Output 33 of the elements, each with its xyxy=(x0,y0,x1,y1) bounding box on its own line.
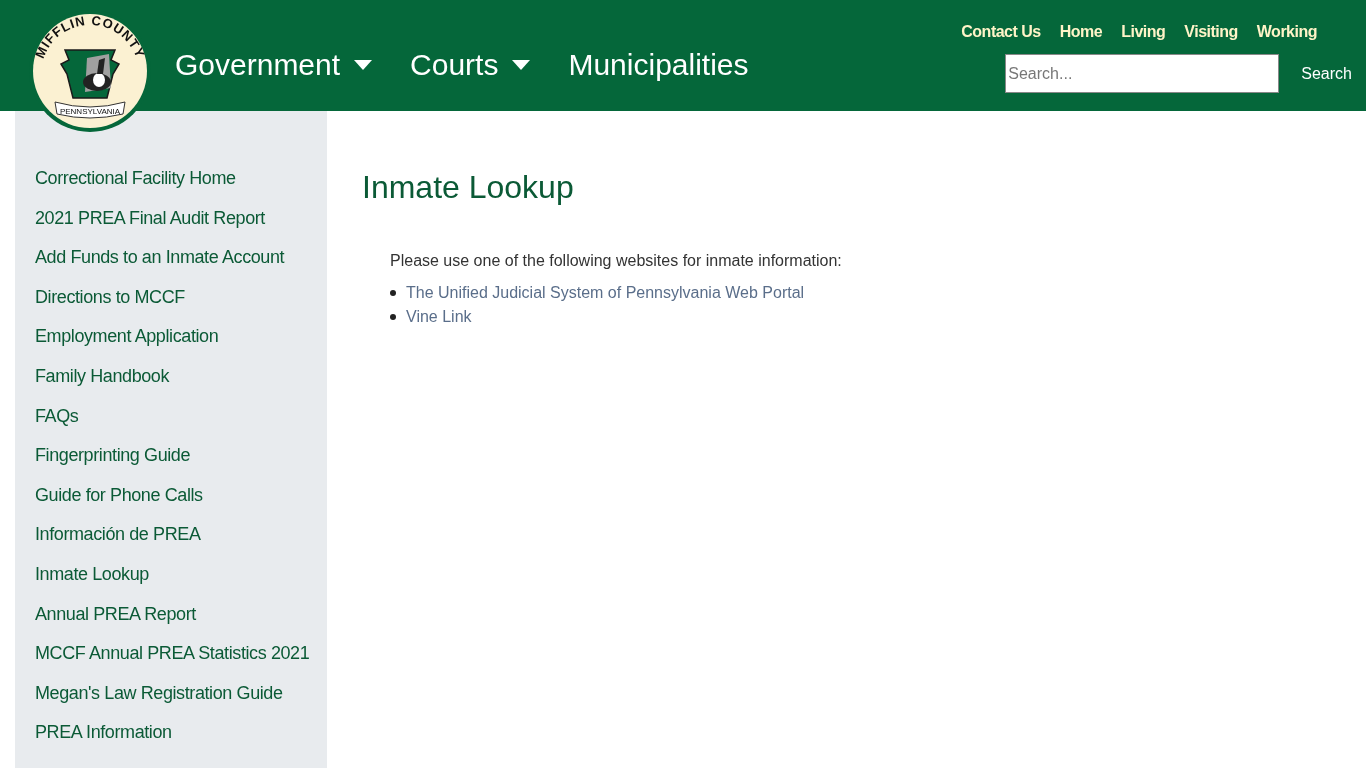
sidebar-link[interactable]: Annual PREA Report xyxy=(35,600,327,641)
top-link[interactable]: Contact Us xyxy=(961,20,1041,44)
sidebar-link[interactable]: Guide for Phone Calls xyxy=(35,481,327,522)
top-link[interactable]: Visiting xyxy=(1184,20,1238,44)
sidebar-link[interactable]: Información de PREA xyxy=(35,521,327,561)
top-link[interactable]: Living xyxy=(1121,20,1166,44)
sidebar-link[interactable]: PREA Information xyxy=(35,719,327,759)
nav-link[interactable]: Municipalities xyxy=(568,42,749,87)
top-link[interactable]: Working xyxy=(1256,20,1317,44)
sidebar-link[interactable]: Family Handbook xyxy=(35,362,327,403)
sidebar-link[interactable]: MCCF Annual PREA Statistics 2021 xyxy=(35,640,327,680)
sidebar-link[interactable]: FAQs xyxy=(35,402,327,443)
sidebar-link[interactable]: Inmate Lookup xyxy=(35,560,327,601)
bullet-icon xyxy=(390,290,396,296)
top-link[interactable]: Home xyxy=(1059,20,1103,44)
intro-text: Please use one of the following websites for inmate information: xyxy=(390,251,842,271)
caret-icon xyxy=(354,59,373,70)
website-link[interactable]: Vine Link xyxy=(406,305,472,329)
sidebar-link[interactable]: Employment Application xyxy=(35,323,327,363)
sidebar-link[interactable]: Correctional Facility Home xyxy=(35,165,327,205)
nav-link[interactable]: Courts xyxy=(410,42,531,87)
sidebar-link[interactable]: 2021 PREA Final Audit Report xyxy=(35,204,327,245)
sidebar-link[interactable]: Directions to MCCF xyxy=(35,283,327,324)
page-title: Inmate Lookup xyxy=(362,168,575,207)
sidebar-link[interactable]: Fingerprinting Guide xyxy=(35,442,327,482)
sidebar-link[interactable]: Add Funds to an Inmate Account xyxy=(35,244,327,284)
bullet-icon xyxy=(390,314,396,320)
search-button[interactable]: Search xyxy=(1301,61,1352,86)
caret-icon xyxy=(512,59,531,70)
search-field[interactable]: Search... xyxy=(1005,54,1280,93)
nav-link[interactable]: Government xyxy=(175,42,373,87)
website-link[interactable]: The Unified Judicial System of Pennsylvania Web Portal xyxy=(406,281,805,305)
sidebar-link[interactable]: Megan's Law Registration Guide xyxy=(35,679,327,720)
